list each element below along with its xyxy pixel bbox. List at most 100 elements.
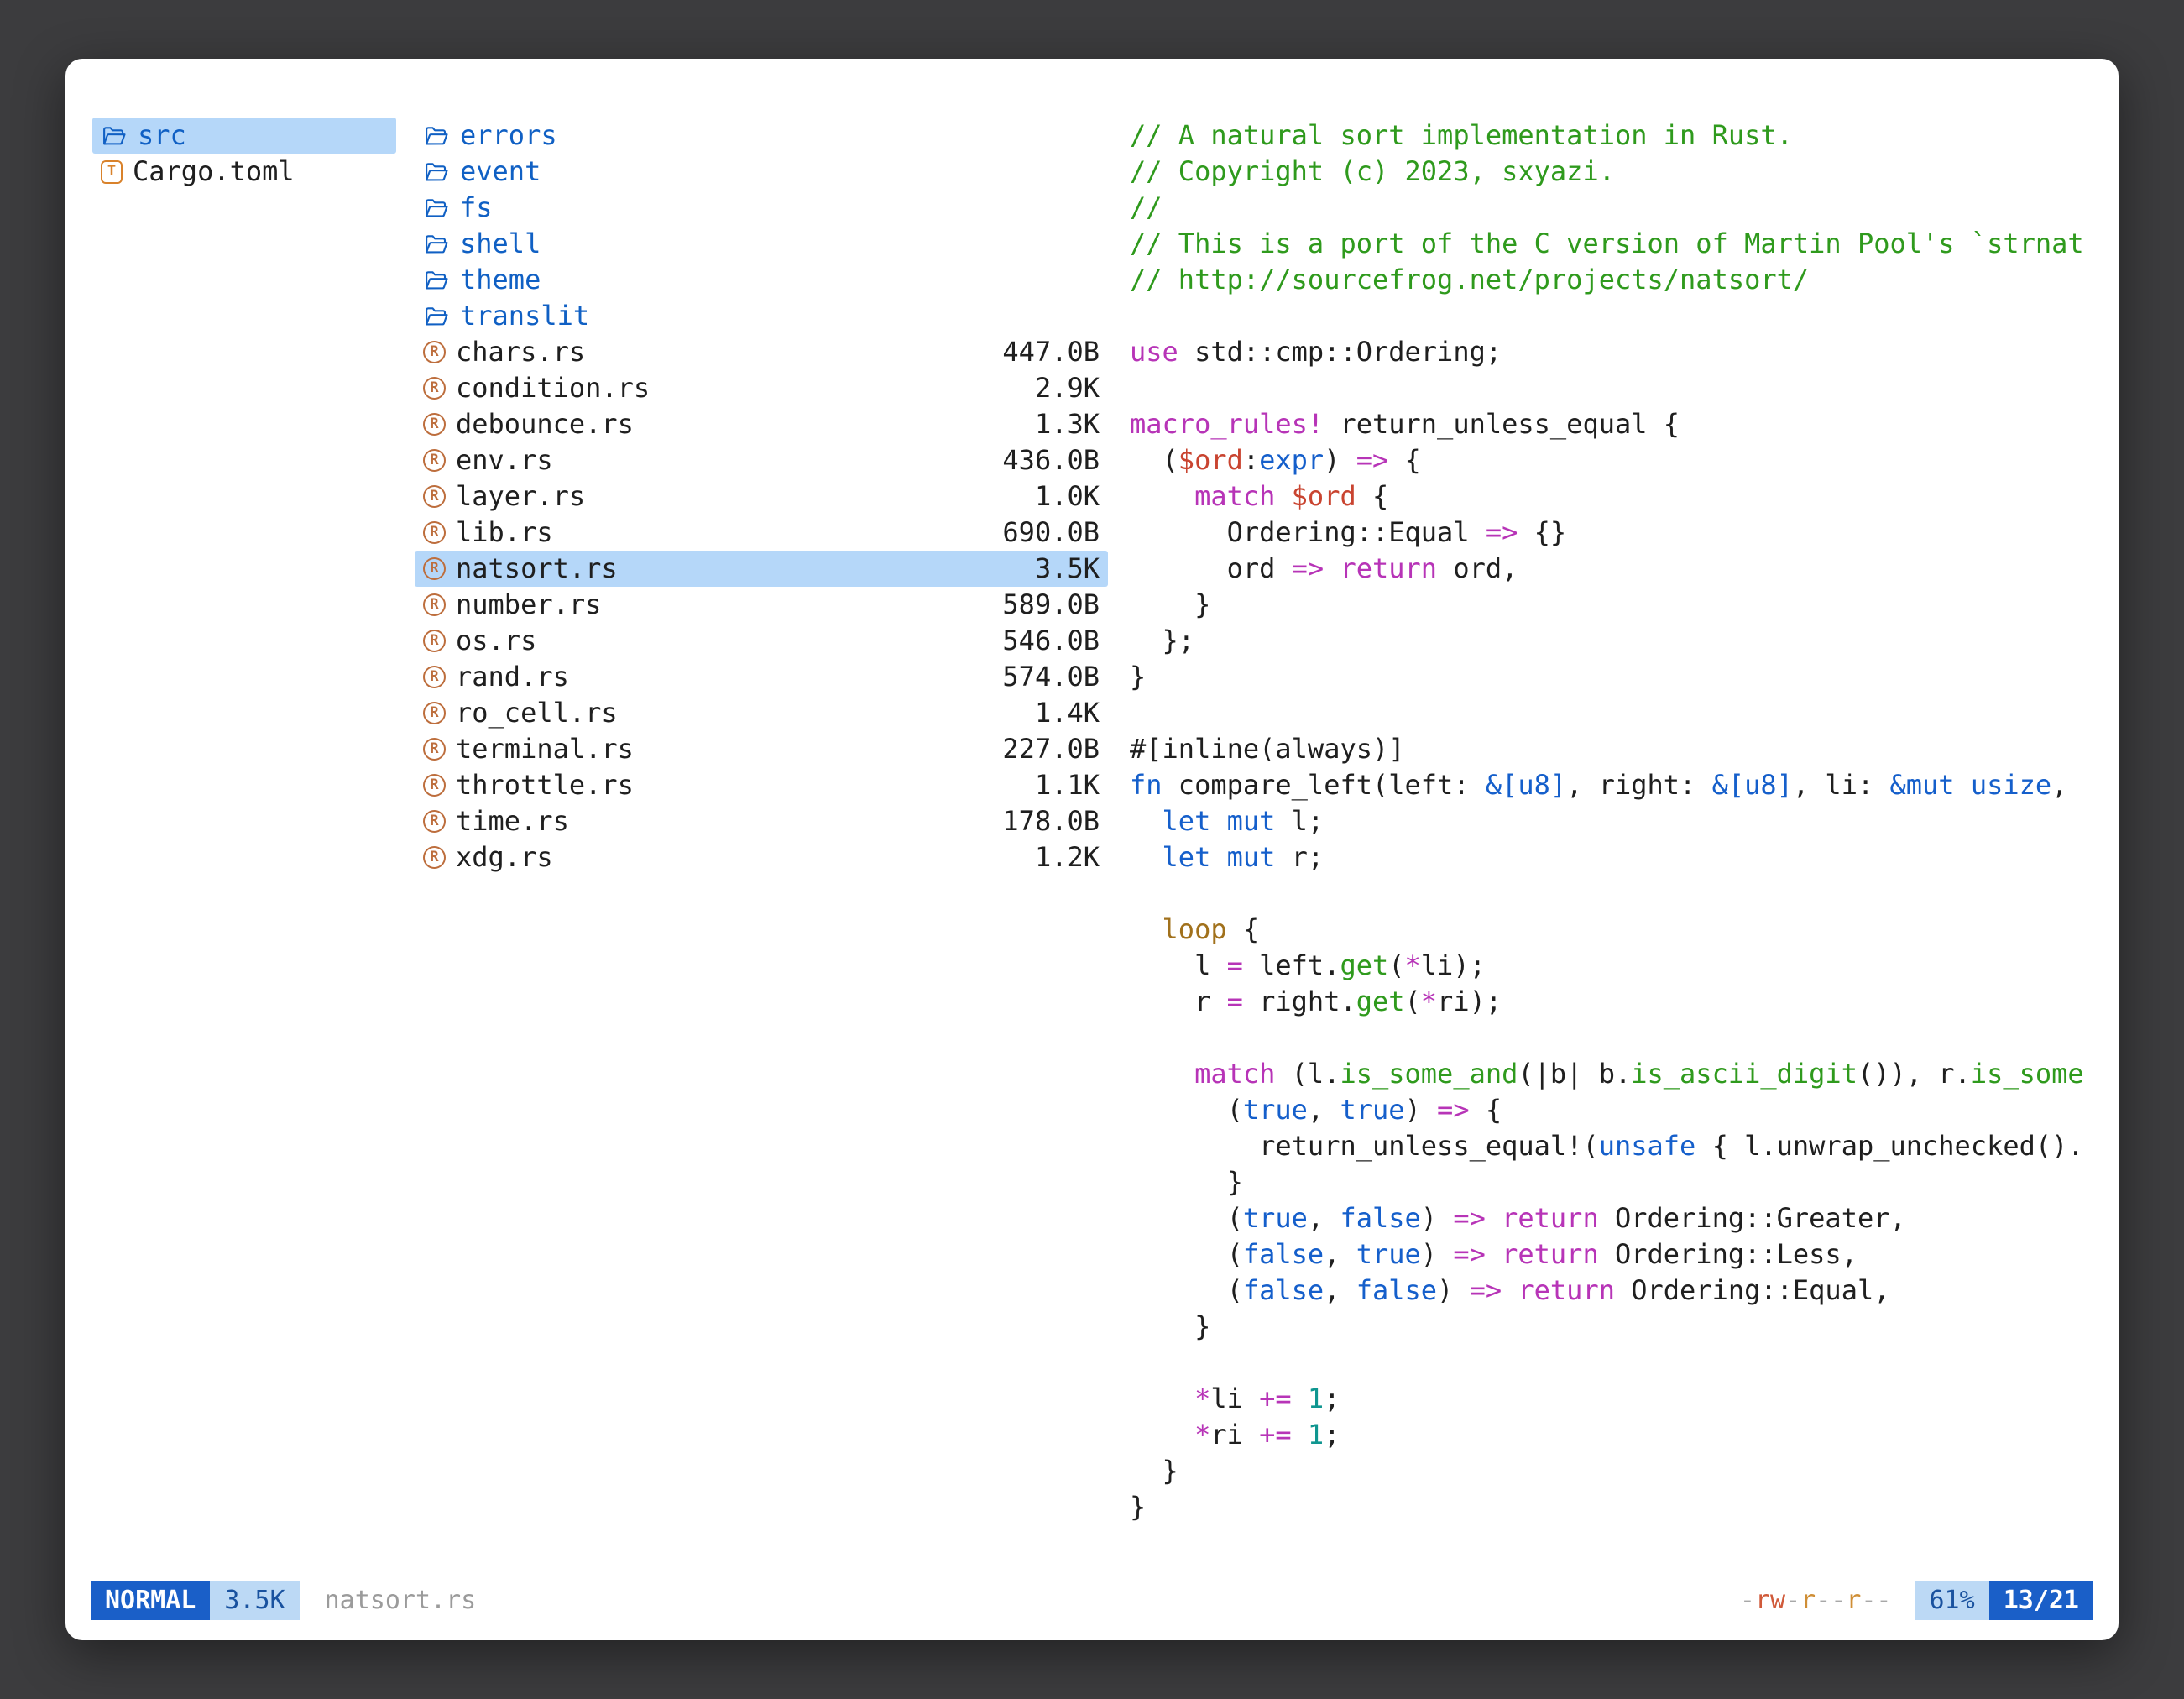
entry-name: layer.rs bbox=[456, 478, 585, 515]
rust-file-icon: R bbox=[423, 449, 446, 472]
code-preview: // A natural sort implementation in Rust… bbox=[1130, 118, 2092, 1525]
scroll-percent-badge: 61% bbox=[1915, 1581, 1989, 1620]
status-filename: natsort.rs bbox=[325, 1588, 477, 1613]
folder-icon bbox=[423, 123, 450, 149]
entry-name: Cargo.toml bbox=[133, 154, 295, 190]
code-line: *ri += 1; bbox=[1130, 1417, 2092, 1453]
rust-file-icon: R bbox=[423, 341, 446, 363]
entry-size: 436.0B bbox=[1002, 442, 1100, 478]
code-line: match $ord { bbox=[1130, 478, 2092, 515]
file-item-chars.rs[interactable]: Rchars.rs447.0B bbox=[415, 334, 1108, 370]
code-line: fn compare_left(left: &[u8], right: &[u8… bbox=[1130, 767, 2092, 803]
rust-file-icon: R bbox=[423, 702, 446, 724]
folder-icon bbox=[423, 195, 450, 222]
dir-item-theme[interactable]: theme bbox=[415, 262, 1108, 298]
status-bar: NORMAL 3.5K natsort.rs -rw-r--r-- 61% 13… bbox=[65, 1571, 2119, 1640]
rust-file-icon: R bbox=[423, 846, 446, 869]
code-line: // http://sourcefrog.net/projects/natsor… bbox=[1130, 262, 2092, 298]
code-line: match (l.is_some_and(|b| b.is_ascii_digi… bbox=[1130, 1056, 2092, 1092]
toml-file-icon: T bbox=[101, 160, 123, 184]
file-item-Cargo.toml[interactable]: T Cargo.toml bbox=[92, 154, 396, 190]
file-item-natsort.rs[interactable]: Rnatsort.rs3.5K bbox=[415, 551, 1108, 587]
code-line: } bbox=[1130, 587, 2092, 623]
folder-icon bbox=[423, 267, 450, 294]
entry-name: errors bbox=[460, 118, 557, 154]
rust-file-icon: R bbox=[423, 738, 446, 761]
folder-icon bbox=[423, 231, 450, 258]
dir-item-translit[interactable]: translit bbox=[415, 298, 1108, 334]
file-item-throttle.rs[interactable]: Rthrottle.rs1.1K bbox=[415, 767, 1108, 803]
code-line: (true, true) => { bbox=[1130, 1092, 2092, 1128]
entry-size: 178.0B bbox=[1002, 803, 1100, 839]
file-item-number.rs[interactable]: Rnumber.rs589.0B bbox=[415, 587, 1108, 623]
file-item-rand.rs[interactable]: Rrand.rs574.0B bbox=[415, 659, 1108, 695]
code-line bbox=[1130, 695, 2092, 731]
entry-size: 1.0K bbox=[1035, 478, 1100, 515]
entry-name: env.rs bbox=[456, 442, 553, 478]
size-badge: 3.5K bbox=[210, 1581, 299, 1620]
code-line: }; bbox=[1130, 623, 2092, 659]
folder-icon bbox=[101, 123, 128, 149]
rust-file-icon: R bbox=[423, 666, 446, 688]
code-line: ord => return ord, bbox=[1130, 551, 2092, 587]
file-item-os.rs[interactable]: Ros.rs 546.0B bbox=[415, 623, 1108, 659]
entry-size: 3.5K bbox=[1035, 551, 1100, 587]
file-item-debounce.rs[interactable]: Rdebounce.rs1.3K bbox=[415, 406, 1108, 442]
entry-name: os.rs bbox=[456, 623, 536, 659]
status-right-group: -rw-r--r-- 61% 13/21 bbox=[1740, 1581, 2093, 1620]
entry-name: translit bbox=[460, 298, 589, 334]
entry-size: 1.3K bbox=[1035, 406, 1100, 442]
preview-pane: // A natural sort implementation in Rust… bbox=[1130, 118, 2092, 1571]
file-item-lib.rs[interactable]: Rlib.rs690.0B bbox=[415, 515, 1108, 551]
code-line: } bbox=[1130, 1453, 2092, 1489]
entry-size: 1.2K bbox=[1035, 839, 1100, 876]
code-line: (true, false) => return Ordering::Greate… bbox=[1130, 1200, 2092, 1236]
code-line: } bbox=[1130, 1309, 2092, 1345]
file-item-env.rs[interactable]: Renv.rs 436.0B bbox=[415, 442, 1108, 478]
code-line: (false, false) => return Ordering::Equal… bbox=[1130, 1273, 2092, 1309]
code-line: macro_rules! return_unless_equal { bbox=[1130, 406, 2092, 442]
code-line bbox=[1130, 1020, 2092, 1056]
rust-file-icon: R bbox=[423, 630, 446, 652]
dir-item-fs[interactable]: fs bbox=[415, 190, 1108, 226]
file-item-layer.rs[interactable]: Rlayer.rs1.0K bbox=[415, 478, 1108, 515]
rust-file-icon: R bbox=[423, 521, 446, 544]
file-item-condition.rs[interactable]: Rcondition.rs2.9K bbox=[415, 370, 1108, 406]
entry-name: xdg.rs bbox=[456, 839, 553, 876]
rust-file-icon: R bbox=[423, 413, 446, 436]
entry-size: 546.0B bbox=[1002, 623, 1100, 659]
dir-item-src[interactable]: src bbox=[92, 118, 396, 154]
code-line: (false, true) => return Ordering::Less, bbox=[1130, 1236, 2092, 1273]
dir-item-event[interactable]: event bbox=[415, 154, 1108, 190]
file-item-time.rs[interactable]: Rtime.rs178.0B bbox=[415, 803, 1108, 839]
entry-name: event bbox=[460, 154, 541, 190]
code-line: let mut l; bbox=[1130, 803, 2092, 839]
folder-icon bbox=[423, 159, 450, 186]
entry-size: 574.0B bbox=[1002, 659, 1100, 695]
current-pane: errorseventfsshellthemetranslitRchars.rs… bbox=[415, 118, 1108, 1571]
dir-item-shell[interactable]: shell bbox=[415, 226, 1108, 262]
code-line: // Copyright (c) 2023, sxyazi. bbox=[1130, 154, 2092, 190]
code-line: use std::cmp::Ordering; bbox=[1130, 334, 2092, 370]
code-line: Ordering::Equal => {} bbox=[1130, 515, 2092, 551]
code-line: r = right.get(*ri); bbox=[1130, 984, 2092, 1020]
entry-size: 690.0B bbox=[1002, 515, 1100, 551]
entry-size: 589.0B bbox=[1002, 587, 1100, 623]
code-line: } bbox=[1130, 1489, 2092, 1525]
file-item-terminal.rs[interactable]: Rterminal.rs227.0B bbox=[415, 731, 1108, 767]
entry-name: theme bbox=[460, 262, 541, 298]
permissions-text: -rw-r--r-- bbox=[1740, 1588, 1892, 1613]
code-line bbox=[1130, 876, 2092, 912]
file-item-ro_cell.rs[interactable]: Rro_cell.rs 1.4K bbox=[415, 695, 1108, 731]
entry-name: ro_cell.rs bbox=[456, 695, 618, 731]
code-line: l = left.get(*li); bbox=[1130, 948, 2092, 984]
dir-item-errors[interactable]: errors bbox=[415, 118, 1108, 154]
entry-name: throttle.rs bbox=[456, 767, 634, 803]
file-item-xdg.rs[interactable]: Rxdg.rs 1.2K bbox=[415, 839, 1108, 876]
mode-badge: NORMAL bbox=[91, 1581, 210, 1620]
entry-size: 227.0B bbox=[1002, 731, 1100, 767]
entry-size: 1.1K bbox=[1035, 767, 1100, 803]
code-line: // bbox=[1130, 190, 2092, 226]
entry-size: 1.4K bbox=[1035, 695, 1100, 731]
code-line: ($ord:expr) => { bbox=[1130, 442, 2092, 478]
